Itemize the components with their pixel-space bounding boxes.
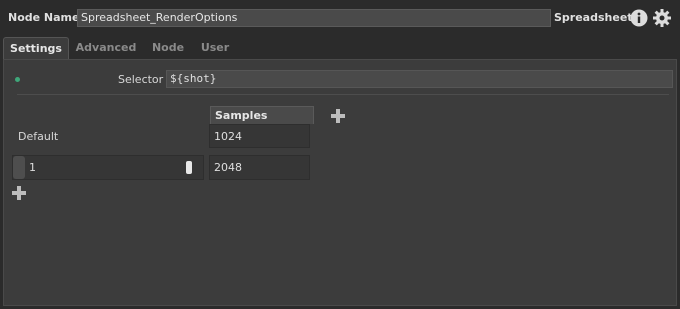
add-column-icon[interactable] <box>331 109 345 123</box>
tab-user[interactable]: User <box>194 37 236 59</box>
row-key-value: 1 <box>29 161 36 174</box>
node-name-input[interactable]: Spreadsheet_RenderOptions <box>77 9 551 27</box>
node-name-label: Node Name <box>8 11 80 24</box>
tab-node[interactable]: Node <box>146 37 190 59</box>
node-header: Node Name Spreadsheet_RenderOptions Spre… <box>0 0 680 35</box>
divider <box>17 94 669 95</box>
tab-advanced[interactable]: Advanced <box>70 37 142 59</box>
selector-input[interactable]: ${shot} <box>166 70 673 88</box>
settings-panel: Selector ${shot} Samples Default 1024 1 … <box>3 59 677 306</box>
selector-label: Selector <box>118 73 164 86</box>
row-key-field[interactable] <box>12 155 204 180</box>
row-drag-handle[interactable] <box>13 156 25 179</box>
tab-settings[interactable]: Settings <box>3 37 69 60</box>
row-toggle-knob[interactable] <box>186 161 192 174</box>
row-samples-cell[interactable]: 2048 <box>209 155 310 180</box>
column-header-samples[interactable]: Samples <box>210 106 314 124</box>
add-row-icon[interactable] <box>12 186 26 200</box>
node-type-label: Spreadsheet <box>554 11 633 24</box>
gear-icon[interactable] <box>652 8 672 28</box>
default-samples-cell[interactable]: 1024 <box>209 124 310 148</box>
info-icon[interactable] <box>630 9 648 27</box>
default-row-label: Default <box>18 130 59 143</box>
status-indicator[interactable] <box>15 77 20 82</box>
